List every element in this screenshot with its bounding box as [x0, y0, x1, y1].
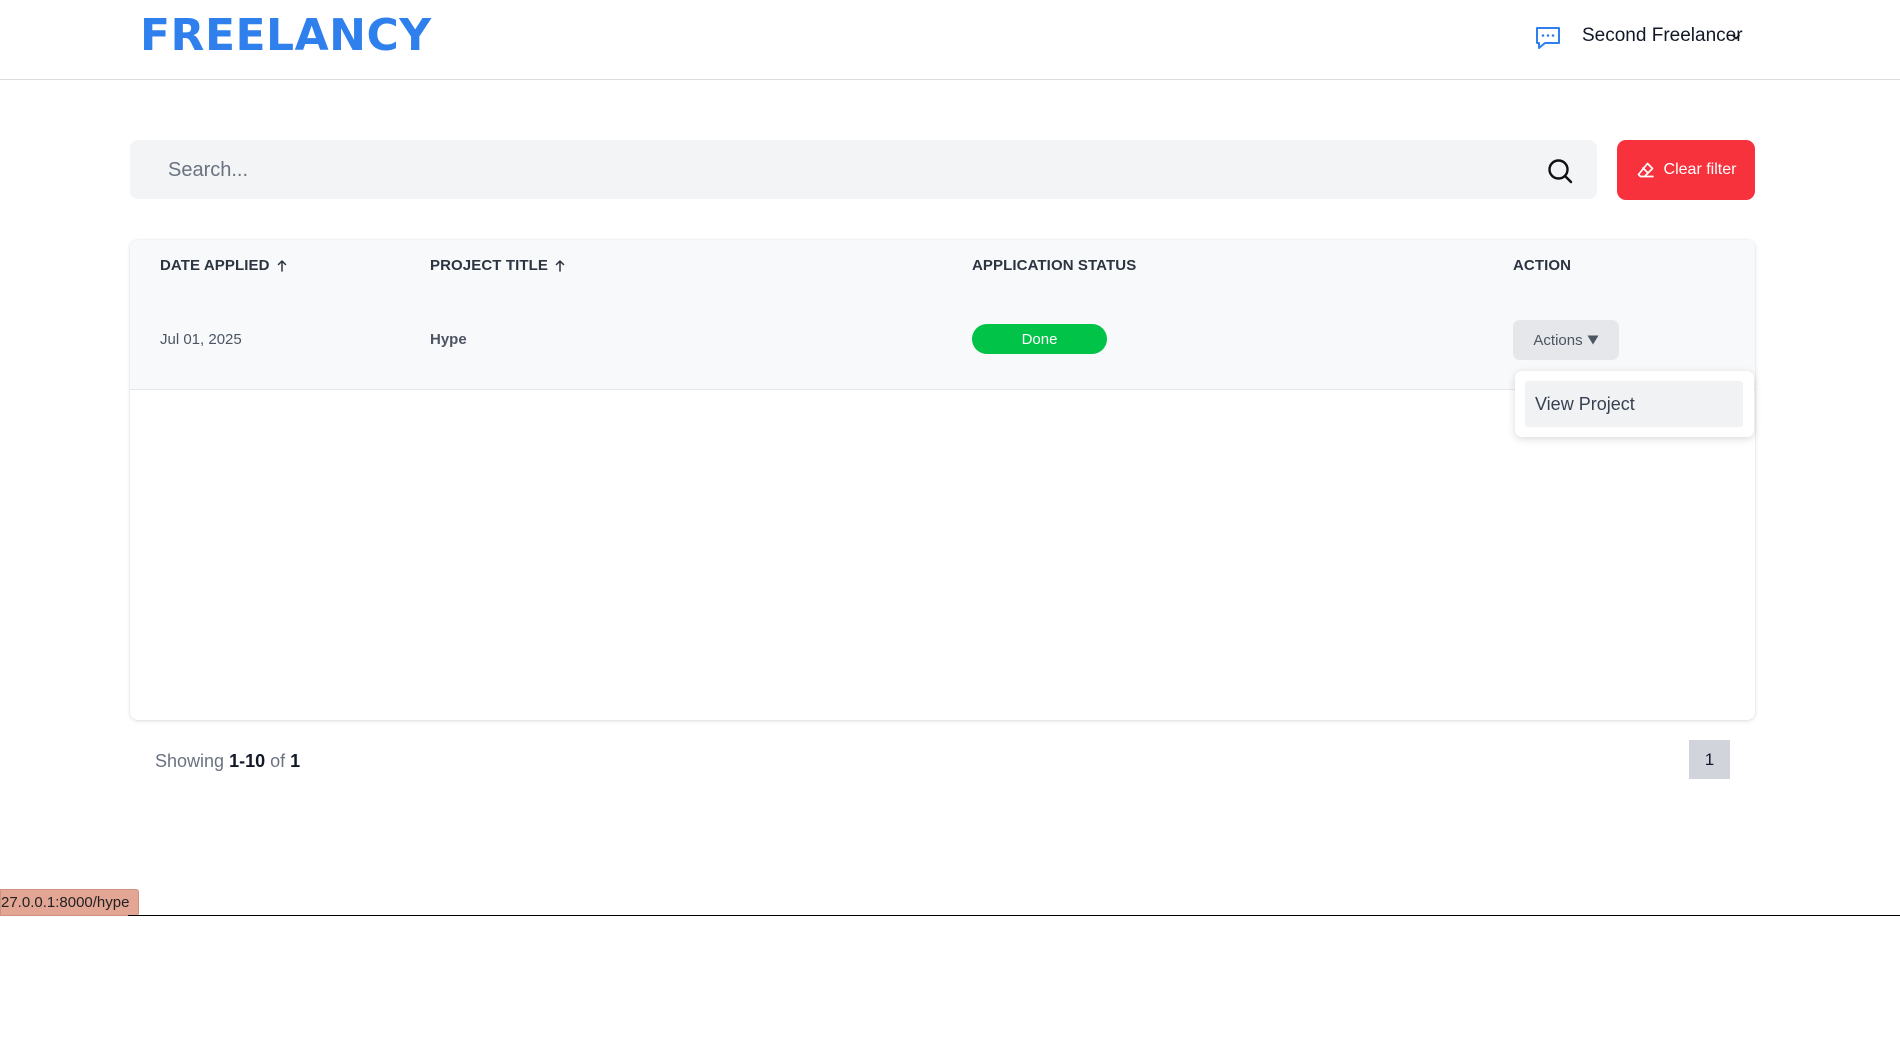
showing-of: of — [270, 751, 286, 771]
actions-label: Actions — [1533, 331, 1583, 349]
column-header-date-applied[interactable]: DATE APPLIED — [160, 257, 288, 274]
actions-dropdown-menu: View Project — [1515, 371, 1754, 437]
column-header-label: ACTION — [1513, 257, 1572, 274]
status-bar-url: 27.0.0.1:8000/hype — [0, 889, 140, 916]
pagination-page-button[interactable]: 1 — [1689, 740, 1730, 779]
column-header-label: DATE APPLIED — [160, 257, 270, 274]
top-navbar: FREELANCY Second Freelancer — [0, 0, 1900, 80]
cell-date-applied: Jul 01, 2025 — [160, 331, 242, 348]
clear-filter-label: Clear filter — [1663, 161, 1737, 178]
menu-item-view-project[interactable]: View Project — [1525, 381, 1743, 427]
search-input[interactable] — [168, 157, 1468, 183]
applications-table: DATE APPLIED PROJECT TITLE APPLICATION S… — [130, 240, 1755, 720]
user-menu-name[interactable]: Second Freelancer — [1582, 25, 1743, 47]
actions-dropdown-button[interactable]: Actions — [1513, 320, 1619, 360]
column-header-action: ACTION — [1513, 257, 1571, 274]
showing-range: 1-10 — [229, 751, 266, 771]
column-header-label: PROJECT TITLE — [430, 257, 548, 274]
caret-down-icon — [1587, 335, 1599, 345]
sort-arrow-up-icon — [555, 259, 565, 272]
eraser-icon — [1637, 162, 1654, 178]
divider-line — [128, 915, 1900, 916]
clear-filter-button[interactable]: Clear filter — [1617, 140, 1755, 200]
column-header-label: APPLICATION STATUS — [972, 257, 1137, 274]
column-header-application-status: APPLICATION STATUS — [972, 257, 1136, 274]
pagination-summary: Showing 1-10 of 1 — [155, 751, 300, 772]
search-bar — [130, 140, 1597, 199]
status-badge: Done — [972, 324, 1107, 354]
chevron-down-icon[interactable] — [1730, 31, 1742, 43]
chat-bubble-icon[interactable] — [1534, 24, 1562, 52]
search-icon[interactable] — [1546, 157, 1574, 185]
app-logo[interactable]: FREELANCY — [140, 10, 432, 61]
cell-project-title: Hype — [430, 331, 467, 348]
table-header-area — [130, 240, 1755, 390]
showing-prefix: Showing — [155, 751, 225, 771]
showing-total: 1 — [290, 751, 301, 771]
column-header-project-title[interactable]: PROJECT TITLE — [430, 257, 566, 274]
sort-arrow-up-icon — [277, 259, 286, 272]
